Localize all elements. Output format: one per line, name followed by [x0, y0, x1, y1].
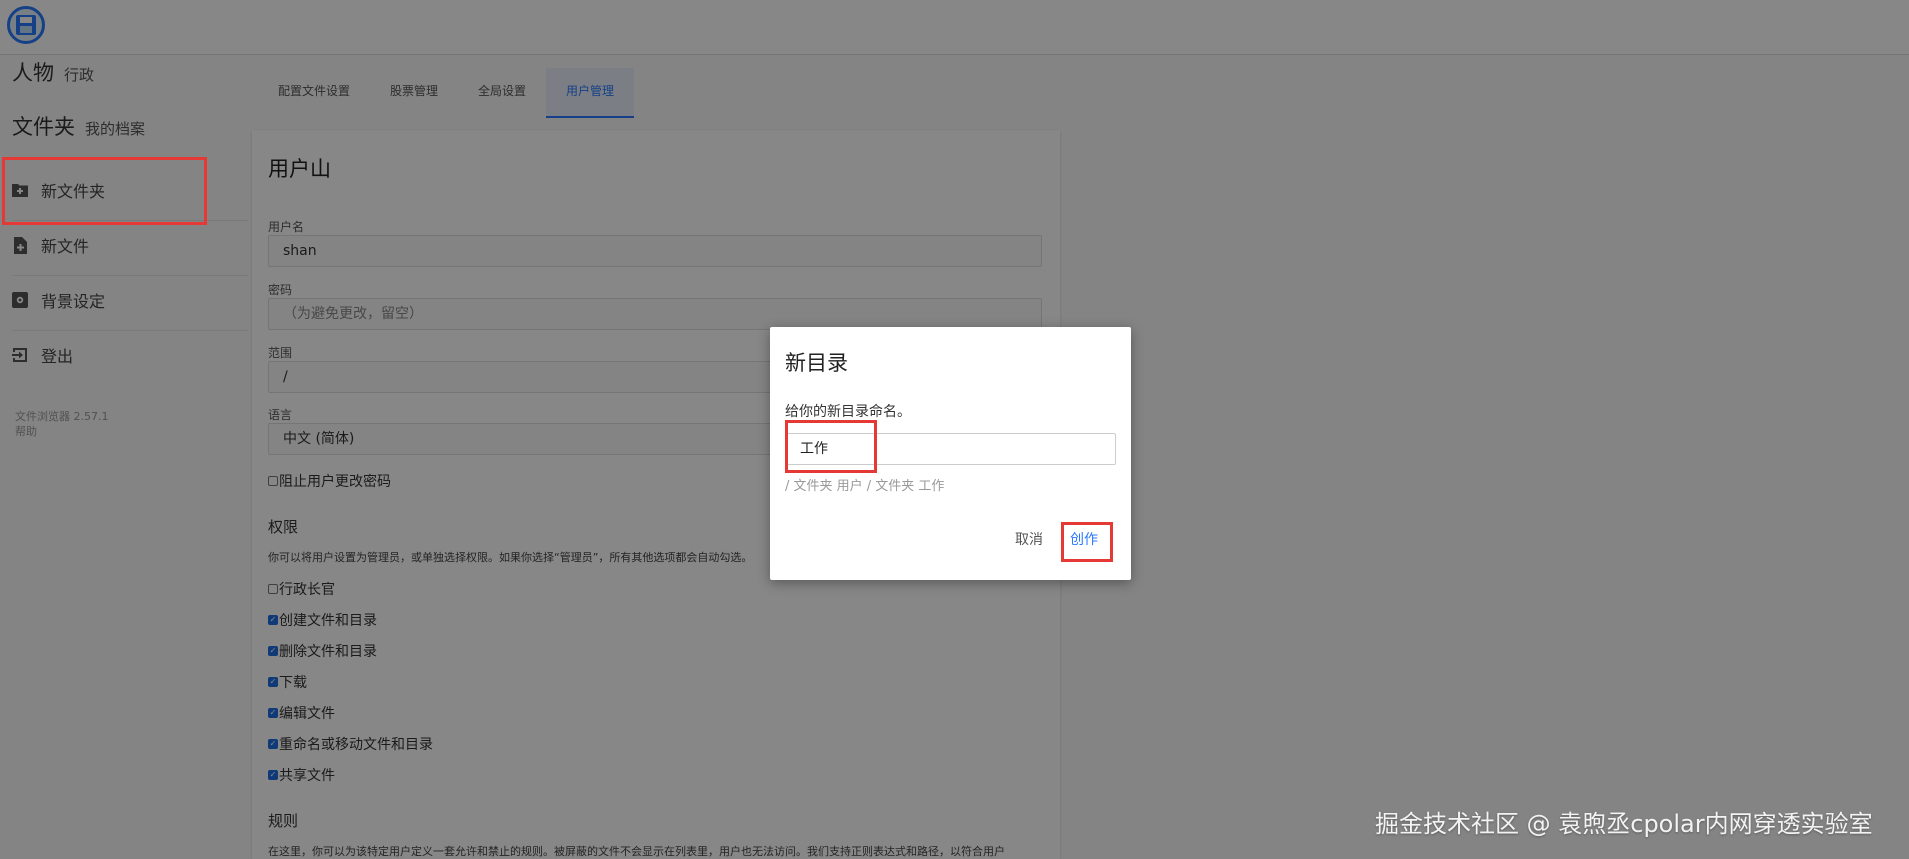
- dialog-title: 新目录: [785, 351, 848, 375]
- directory-path: / 文件夹 用户 / 文件夹 工作: [785, 479, 945, 494]
- watermark: 掘金技术社区 @ 袁煦丞cpolar内网穿透实验室: [1375, 810, 1873, 838]
- annotation-name-input: [785, 420, 877, 473]
- cancel-button[interactable]: 取消: [1015, 529, 1043, 549]
- annotation-new-folder: [2, 157, 207, 225]
- annotation-create-button: [1061, 522, 1113, 562]
- dialog-description: 给你的新目录命名。: [785, 404, 911, 420]
